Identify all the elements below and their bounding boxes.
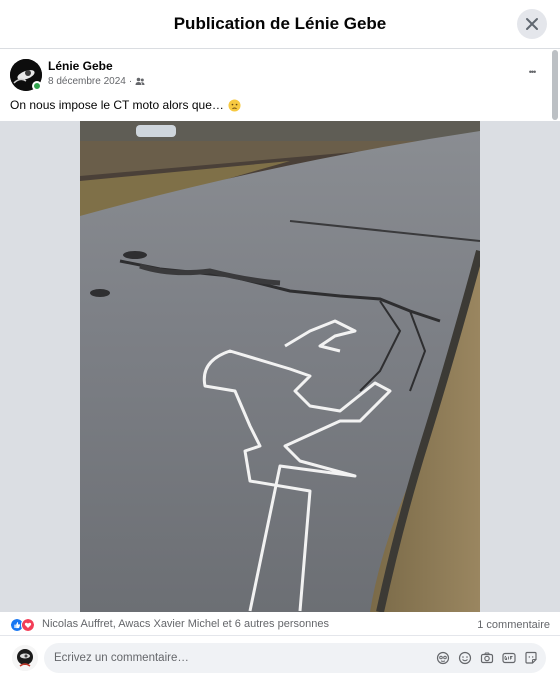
avatar-sticker-icon: [436, 651, 450, 665]
comment-input[interactable]: [54, 652, 424, 664]
avatar-sticker-button[interactable]: [436, 651, 450, 665]
sticker-icon: [525, 651, 537, 664]
dialog-title: Publication de Lénie Gebe: [173, 14, 387, 33]
dialog-header: Publication de Lénie Gebe: [0, 0, 560, 49]
worried-face-emoji: [228, 98, 241, 112]
post-text-row: On nous impose le CT moto alors que…: [10, 98, 241, 112]
post-meta: 8 décembre 2024 ·: [48, 76, 145, 87]
online-status-dot: [32, 81, 42, 91]
close-button[interactable]: [517, 9, 547, 39]
post-media: [0, 121, 560, 612]
reaction-names[interactable]: Nicolas Auffret, Awacs Xavier Michel et …: [42, 618, 329, 630]
emoji-icon: [458, 651, 472, 665]
sticker-button[interactable]: [524, 651, 538, 665]
composer-avatar: [12, 645, 38, 671]
comment-composer: [0, 636, 560, 684]
emoji-button[interactable]: [458, 651, 472, 665]
gif-icon: [502, 652, 516, 664]
composer-tools: [436, 651, 538, 665]
reaction-icons[interactable]: [10, 618, 35, 632]
post-photo[interactable]: [80, 121, 480, 612]
post-dialog: Publication de Lénie Gebe Lénie Gebe 8 d…: [0, 0, 560, 684]
meta-separator: ·: [128, 76, 133, 87]
close-icon: [526, 18, 538, 30]
scrollbar[interactable]: [552, 50, 558, 120]
camera-icon: [480, 652, 494, 664]
reactions-bar: Nicolas Auffret, Awacs Xavier Michel et …: [0, 612, 560, 636]
comment-count[interactable]: 1 commentaire: [477, 619, 550, 631]
more-options-icon: •••: [528, 67, 537, 77]
love-icon: [21, 618, 35, 632]
camera-button[interactable]: [480, 651, 494, 665]
post-text: On nous impose le CT moto alors que…: [10, 98, 224, 112]
more-options-button[interactable]: •••: [520, 62, 544, 82]
post-header: Lénie Gebe 8 décembre 2024 · ••• On nous…: [0, 50, 552, 120]
gif-button[interactable]: [502, 651, 516, 665]
comment-input-box[interactable]: [44, 643, 546, 673]
post-date[interactable]: 8 décembre 2024: [48, 76, 126, 87]
post-author[interactable]: Lénie Gebe: [48, 59, 113, 73]
friends-icon: [135, 77, 145, 85]
